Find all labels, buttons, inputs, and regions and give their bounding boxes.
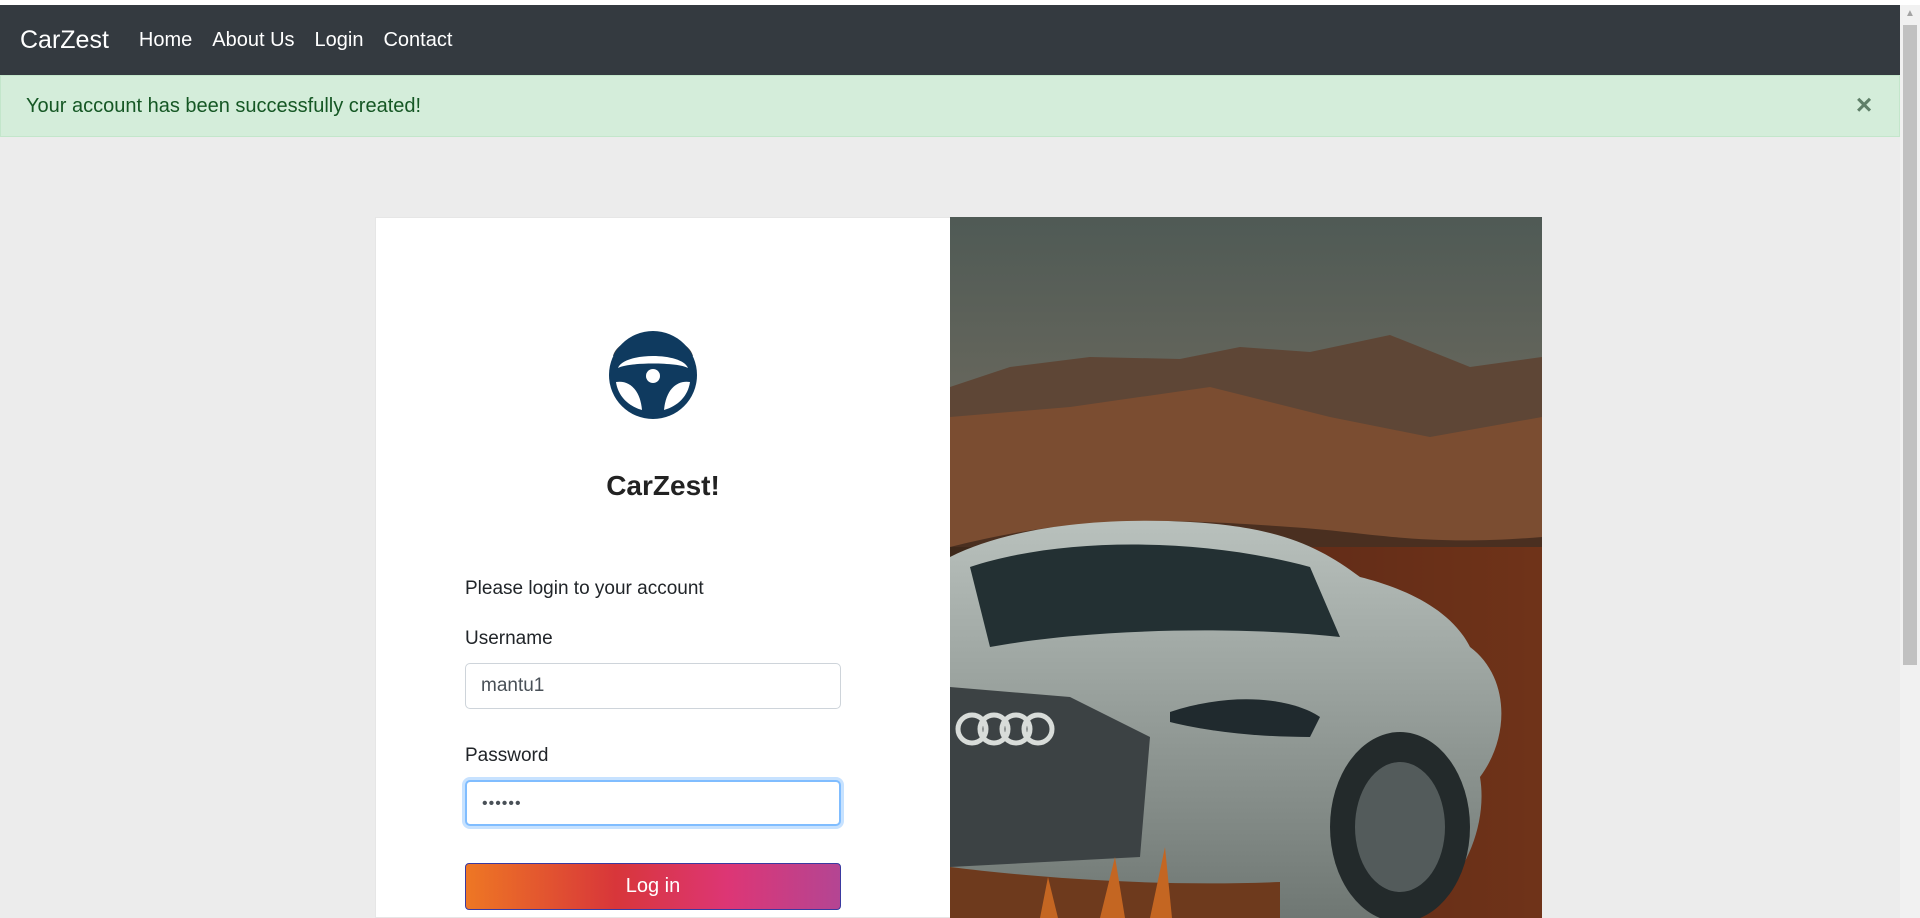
nav-link-home[interactable]: Home: [139, 29, 192, 52]
login-button[interactable]: Log in: [465, 863, 841, 910]
scroll-up-arrow-icon[interactable]: ▲: [1900, 5, 1920, 23]
success-alert: Your account has been successfully creat…: [0, 75, 1900, 137]
login-subtitle: Please login to your account: [465, 578, 704, 599]
navbar: CarZest Home About Us Login Contact: [0, 5, 1900, 75]
nav-link-login[interactable]: Login: [315, 29, 364, 52]
nav-link-contact[interactable]: Contact: [383, 29, 452, 52]
car-photo: [950, 217, 1542, 918]
alert-message: Your account has been successfully creat…: [26, 94, 422, 117]
login-card: CarZest! Please login to your account Us…: [375, 217, 1542, 918]
username-input[interactable]: mantu1: [465, 663, 841, 709]
scroll-thumb[interactable]: [1903, 25, 1917, 665]
login-form-panel: CarZest! Please login to your account Us…: [375, 217, 950, 918]
logo-title: CarZest!: [606, 470, 720, 501]
vertical-scrollbar[interactable]: ▲: [1900, 5, 1920, 918]
steering-wheel-icon: [609, 331, 697, 419]
password-input[interactable]: ••••••: [465, 780, 841, 826]
navbar-brand[interactable]: CarZest: [20, 26, 109, 55]
nav-link-about-us[interactable]: About Us: [212, 29, 294, 52]
close-icon[interactable]: ×: [1849, 90, 1879, 120]
password-label: Password: [465, 745, 549, 766]
car-photo-illustration: [950, 217, 1542, 918]
username-label: Username: [465, 628, 553, 649]
